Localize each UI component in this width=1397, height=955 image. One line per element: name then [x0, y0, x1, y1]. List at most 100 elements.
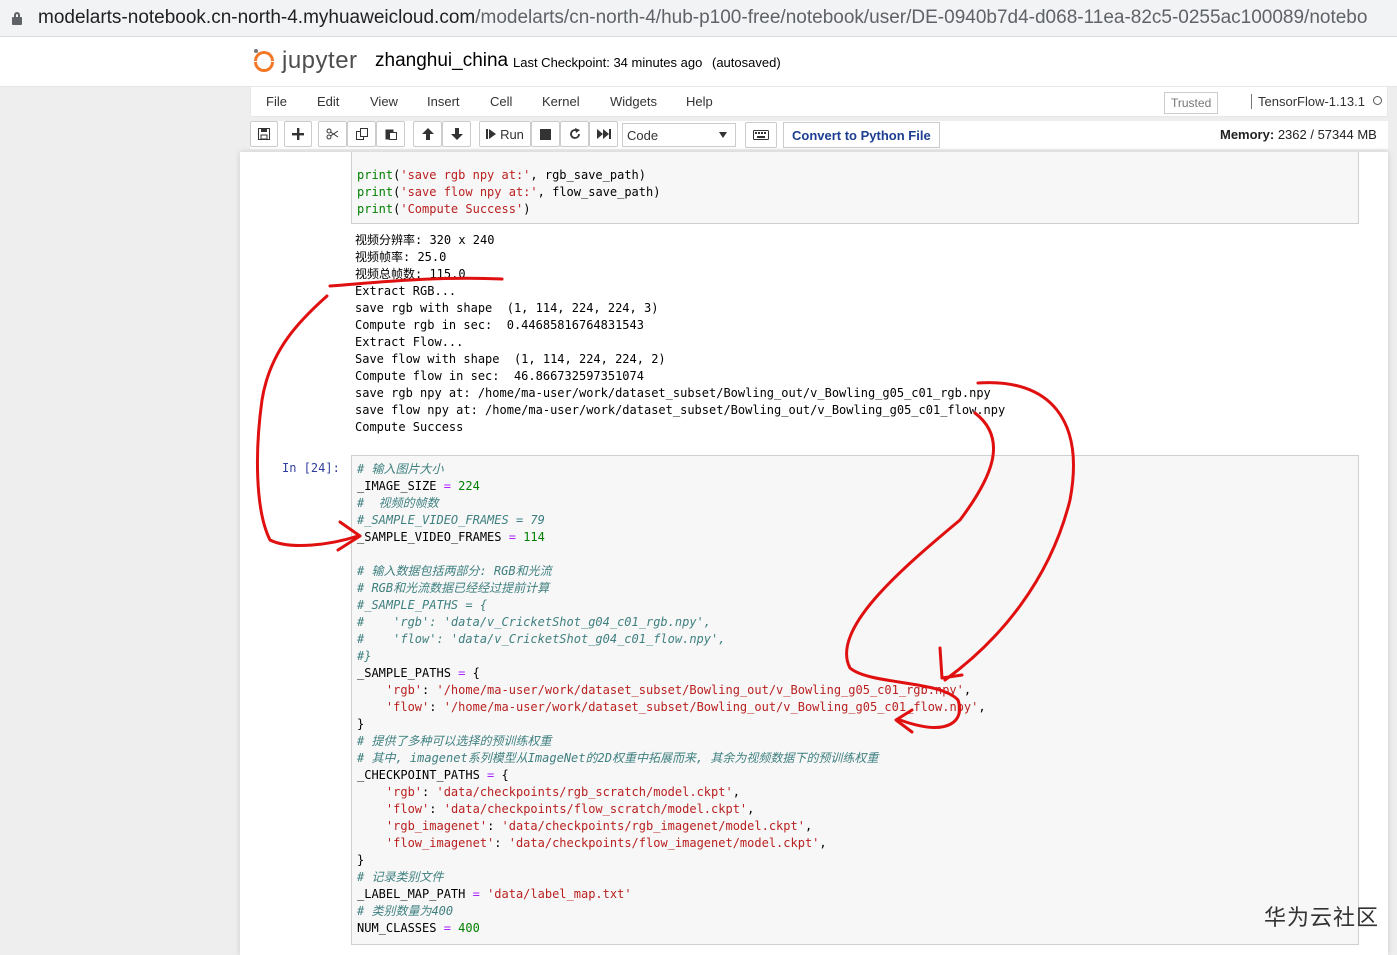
code-line: } [357, 717, 365, 731]
menu-widgets[interactable]: Widgets [610, 94, 657, 109]
code-cell-input[interactable]: # 输入图片大小 _IMAGE_SIZE = 224 # 视频的帧数 #_SAM… [351, 455, 1359, 945]
code-line: # 输入数据包括两部分: RGB和光流 [357, 564, 552, 578]
code-line: 'flow': 'data/checkpoints/flow_scratch/m… [385, 802, 755, 816]
checkpoint-status: Last Checkpoint: 34 minutes ago [513, 55, 703, 70]
menu-insert[interactable]: Insert [427, 94, 460, 109]
lock-icon [12, 11, 22, 25]
command-palette-button[interactable] [745, 122, 777, 148]
menu-view[interactable]: View [370, 94, 398, 109]
arrow-down-icon [450, 128, 463, 140]
output-line: 视频总帧数: 115.0 [355, 267, 466, 281]
code-line: 'rgb': '/home/ma-user/work/dataset_subse… [385, 683, 972, 697]
code-line: print('Compute Success') [357, 202, 531, 216]
memory-value: 2362 / 57344 MB [1277, 127, 1377, 142]
code-line: 'rgb_imagenet': 'data/checkpoints/rgb_im… [385, 819, 813, 833]
code-line: #} [357, 649, 372, 663]
code-line: # 其中, imagenet系列模型从ImageNet的2D权重中拓展而来, 其… [357, 751, 879, 765]
code-line: print('save rgb npy at:', rgb_save_path) [357, 168, 646, 182]
code-line: # 类别数量为400 [357, 904, 454, 918]
menu-kernel[interactable]: Kernel [542, 94, 580, 109]
code-line: # 'flow': 'data/v_CricketShot_g04_c01_fl… [357, 632, 726, 646]
code-line: _SAMPLE_PATHS = { [357, 666, 480, 680]
output-text: 视频分辨率: 320 x 240 视频帧率: 25.0 视频总帧数: 115.0… [355, 232, 1005, 436]
move-down-button[interactable] [442, 121, 471, 147]
arrow-up-icon [421, 128, 434, 140]
output-line: Save flow with shape (1, 114, 224, 224, … [355, 352, 666, 366]
output-line: Compute Success [355, 420, 464, 434]
code-line: # 输入图片大小 [357, 462, 444, 476]
move-up-button[interactable] [413, 121, 442, 147]
save-button[interactable] [250, 121, 278, 147]
output-line: Extract RGB... [355, 284, 457, 298]
code-line: print('save flow npy at:', flow_save_pat… [357, 185, 661, 199]
fast-forward-icon [596, 129, 611, 139]
cell-output: 视频分辨率: 320 x 240 视频帧率: 25.0 视频总帧数: 115.0… [355, 232, 1005, 436]
code-line: _CHECKPOINT_PATHS = { [357, 768, 509, 782]
scissors-icon [326, 128, 339, 140]
code-cell-input[interactable]: print('save rgb npy at:', rgb_save_path)… [351, 152, 1359, 224]
output-line: save rgb npy at: /home/ma-user/work/data… [355, 386, 991, 400]
copy-button[interactable] [347, 121, 376, 147]
insert-cell-button[interactable] [284, 121, 312, 147]
jupyter-logo-text: jupyter [282, 47, 358, 74]
code-line: # 提供了多种可以选择的预训练权重 [357, 734, 552, 748]
menubar: File Edit View Insert Cell Kernel Widget… [250, 86, 1388, 117]
code-line: # 'rgb': 'data/v_CricketShot_g04_c01_rgb… [357, 615, 712, 629]
output-line: save rgb with shape (1, 114, 224, 224, 3… [355, 301, 659, 315]
paste-button[interactable] [376, 121, 405, 147]
trusted-indicator[interactable]: Trusted [1164, 92, 1219, 114]
code-line: # RGB和光流数据已经经过提前计算 [357, 581, 550, 595]
code-editor[interactable]: print('save rgb npy at:', rgb_save_path)… [357, 167, 660, 218]
kernel-idle-icon [1373, 96, 1382, 105]
code-line: } [357, 853, 365, 867]
step-forward-icon [486, 129, 497, 139]
url-path: /modelarts/cn-north-4/hub-p100-free/note… [475, 7, 1368, 28]
output-line: 视频分辨率: 320 x 240 [355, 233, 495, 247]
output-line: Extract Flow... [355, 335, 464, 349]
notebook-name[interactable]: zhanghui_china [375, 50, 508, 72]
jupyter-logo-icon [254, 49, 276, 73]
output-line: save flow npy at: /home/ma-user/work/dat… [355, 403, 1006, 417]
save-icon [258, 128, 270, 140]
code-line: 'flow': '/home/ma-user/work/dataset_subs… [385, 700, 986, 714]
menu-help[interactable]: Help [686, 94, 713, 109]
browser-address-bar[interactable]: modelarts-notebook.cn-north-4.myhuaweicl… [0, 0, 1397, 37]
keyboard-icon [753, 130, 769, 140]
code-line: #_SAMPLE_PATHS = { [357, 598, 488, 612]
autosave-status: (autosaved) [712, 55, 781, 70]
cut-button[interactable] [318, 121, 347, 147]
convert-to-python-button[interactable]: Convert to Python File [783, 122, 940, 148]
code-line: _LABEL_MAP_PATH = 'data/label_map.txt' [357, 887, 632, 901]
code-editor[interactable]: # 输入图片大小 _IMAGE_SIZE = 224 # 视频的帧数 #_SAM… [357, 461, 986, 937]
code-line: #_SAMPLE_VIDEO_FRAMES = 79 [357, 513, 545, 527]
restart-button[interactable] [560, 121, 589, 147]
chevron-down-icon [719, 132, 727, 138]
restart-run-all-button[interactable] [589, 121, 618, 147]
run-button[interactable]: Run [479, 121, 531, 147]
kernel-name[interactable]: TensorFlow-1.13.1 [1251, 94, 1365, 109]
plus-icon [292, 128, 304, 140]
paste-icon [385, 129, 397, 140]
code-line: _IMAGE_SIZE = 224 [357, 479, 480, 493]
notebook-header: jupyter zhanghui_china Last Checkpoint: … [0, 37, 1397, 87]
restart-icon [569, 128, 580, 139]
copy-icon [355, 128, 368, 140]
menu-cell[interactable]: Cell [490, 94, 512, 109]
jupyter-logo[interactable]: jupyter [254, 47, 358, 75]
menu-edit[interactable]: Edit [317, 94, 339, 109]
code-line: 'flow_imagenet': 'data/checkpoints/flow_… [385, 836, 827, 850]
cell-type-value: Code [627, 127, 659, 143]
cell-type-select[interactable]: Code [622, 123, 736, 147]
watermark: 华为云社区 [1263, 905, 1379, 930]
input-prompt: In [24]: [282, 461, 340, 475]
interrupt-button[interactable] [531, 121, 560, 147]
url-text[interactable]: modelarts-notebook.cn-north-4.myhuaweicl… [38, 7, 1367, 29]
menu-file[interactable]: File [266, 94, 287, 109]
output-line: Compute rgb in sec: 0.44685816764831543 [355, 318, 644, 332]
output-line: 视频帧率: 25.0 [355, 250, 447, 264]
output-line: Compute flow in sec: 46.866732597351074 [355, 369, 644, 383]
notebook-container: print('save rgb npy at:', rgb_save_path)… [240, 152, 1388, 955]
memory-label: Memory: [1220, 127, 1275, 142]
run-label: Run [500, 126, 524, 142]
